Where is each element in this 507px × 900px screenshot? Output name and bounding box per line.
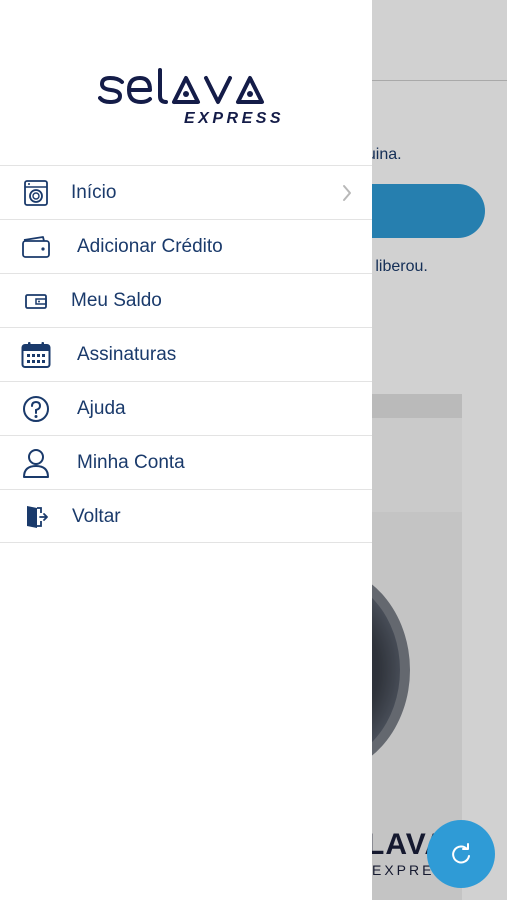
menu-item-label: Assinaturas — [77, 344, 177, 365]
chevron-right-icon — [343, 185, 351, 201]
menu-item-adicionar-credito[interactable]: Adicionar Crédito — [0, 219, 372, 273]
brand-header: EXPRESS — [0, 0, 372, 165]
exit-door-icon — [20, 503, 52, 531]
menu-item-label: Minha Conta — [77, 452, 185, 473]
menu-item-ajuda[interactable]: Ajuda — [0, 381, 372, 435]
menu-item-assinaturas[interactable]: Assinaturas — [0, 327, 372, 381]
menu-item-label: Início — [71, 182, 117, 203]
side-drawer: EXPRESS Início Adicionar Crédito Meu Sal… — [0, 0, 372, 900]
menu-item-inicio[interactable]: Início — [0, 165, 372, 219]
menu-item-label: Meu Saldo — [71, 290, 162, 311]
user-icon — [20, 449, 52, 478]
menu-item-voltar[interactable]: Voltar — [0, 489, 372, 543]
selava-logo — [98, 68, 264, 104]
menu-item-label: Ajuda — [77, 398, 126, 419]
refresh-icon — [452, 843, 470, 864]
menu-item-minha-conta[interactable]: Minha Conta — [0, 435, 372, 489]
menu-item-label: Adicionar Crédito — [77, 236, 223, 257]
refresh-button[interactable] — [427, 820, 495, 888]
calendar-icon — [20, 341, 52, 369]
wallet-icon — [20, 233, 52, 261]
wallet-small-icon — [20, 287, 52, 315]
menu-item-meu-saldo[interactable]: Meu Saldo — [0, 273, 372, 327]
menu-item-label: Voltar — [72, 506, 121, 527]
washing-machine-icon — [20, 179, 52, 207]
help-icon — [20, 395, 52, 423]
brand-subtitle: EXPRESS — [184, 110, 285, 127]
drawer-menu: Início Adicionar Crédito Meu Saldo Assin… — [0, 165, 372, 543]
